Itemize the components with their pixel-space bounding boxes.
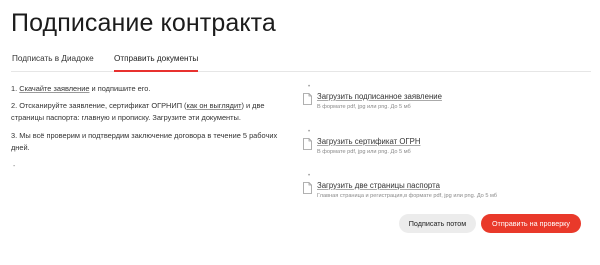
upload-title[interactable]: Загрузить сертификат ОГРН [317, 137, 420, 146]
upload-title[interactable]: Загрузить подписанное заявление [317, 92, 442, 101]
document-icon [303, 138, 312, 150]
tab-sign-diadoc[interactable]: Подписать в Диадоке [12, 54, 94, 71]
how-it-looks-link[interactable]: как он выглядит [187, 101, 242, 110]
upload-hint: Главная страница и регистрация,в формате… [317, 193, 497, 199]
step-2-text-before: 2. Отсканируйте заявление, сертификат ОГ… [11, 101, 187, 110]
upload-title[interactable]: Загрузить две страницы паспорта [317, 181, 440, 190]
document-icon [303, 93, 312, 105]
step-1-number: 1. [11, 84, 18, 93]
page-title: Подписание контракта [11, 9, 276, 37]
bullet-dot: • [308, 84, 311, 90]
tab-send-documents[interactable]: Отправить документы [114, 54, 199, 72]
step-3: 3. Мы всё проверим и подтвердим заключен… [11, 131, 278, 152]
upload-hint: В формате pdf, jpg или png. До 5 мб [317, 104, 411, 110]
sign-later-button[interactable]: Подписать потом [399, 214, 476, 233]
download-application-link[interactable]: Скачайте заявление [19, 84, 89, 93]
bullet-dot: • [308, 129, 311, 135]
dash-separator: - [13, 163, 16, 170]
bullet-dot: • [308, 173, 311, 179]
upload-hint: В формате pdf, jpg или png. До 5 мб [317, 149, 411, 155]
tab-bar: Подписать в Диадоке Отправить документы [11, 52, 591, 72]
document-icon [303, 182, 312, 194]
step-2: 2. Отсканируйте заявление, сертификат ОГ… [11, 100, 296, 123]
send-for-review-button[interactable]: Отправить на проверку [481, 214, 581, 233]
step-1: 1. Скачайте заявление и подпишите его. [11, 83, 296, 95]
step-1-text: и подпишите его. [89, 84, 151, 93]
